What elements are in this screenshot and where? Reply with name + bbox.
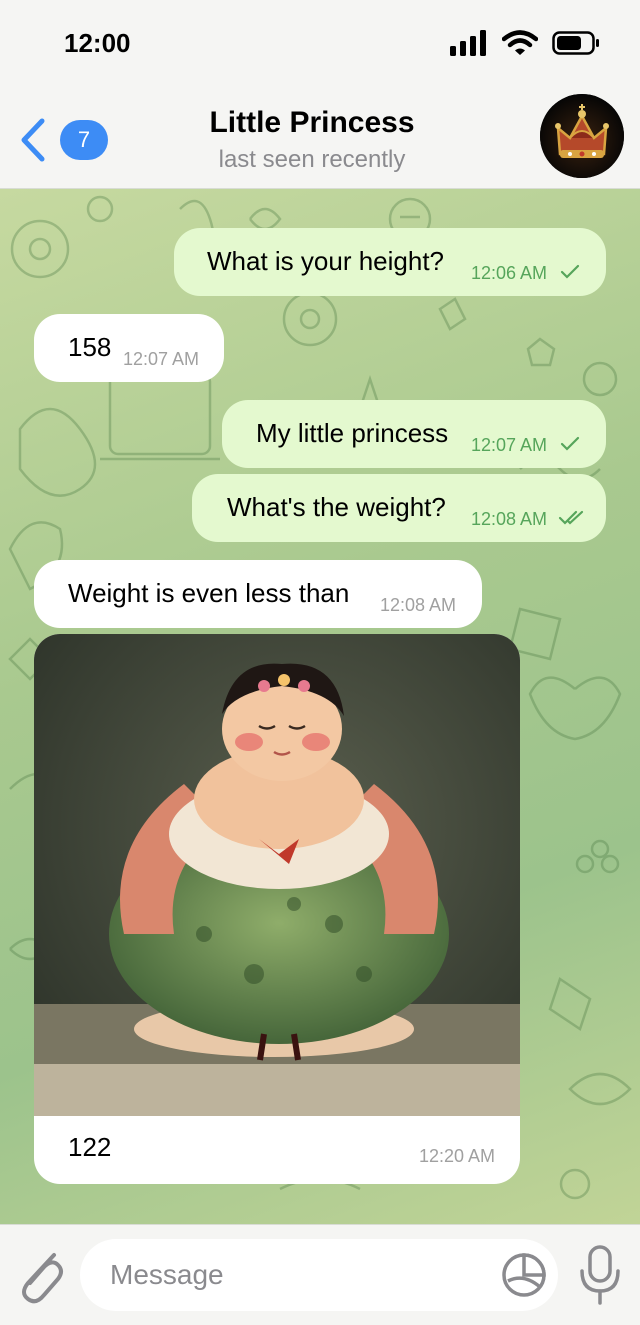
message-placeholder: Message xyxy=(110,1259,224,1290)
single-check-icon xyxy=(560,436,580,451)
message-text: My little princess xyxy=(256,418,449,448)
message-time: 12:07 AM xyxy=(471,435,548,455)
message-time: 12:08 AM xyxy=(471,509,548,529)
message-bubble-outgoing[interactable]: What is your height? 12:06 AM xyxy=(174,228,606,296)
avatar[interactable] xyxy=(540,94,624,178)
single-check-icon xyxy=(560,264,580,279)
status-time: 12:00 xyxy=(64,28,131,58)
message-time: 12:20 AM xyxy=(419,1146,496,1166)
chat-subtitle: last seen recently xyxy=(218,146,406,173)
message-text: Weight is even less than xyxy=(68,578,350,608)
message-input[interactable]: Message xyxy=(80,1239,558,1311)
message-bubble-outgoing[interactable]: What's the weight? 12:08 AM xyxy=(192,474,606,542)
crown-icon xyxy=(540,94,624,178)
wifi-icon xyxy=(502,30,538,55)
message-time: 12:06 AM xyxy=(471,263,548,283)
sticker-icon[interactable] xyxy=(500,1251,548,1299)
message-time: 12:07 AM xyxy=(123,349,200,369)
message-time: 12:08 AM xyxy=(380,595,457,615)
message-text: What is your height? xyxy=(207,246,445,276)
message-bubble-outgoing[interactable]: My little princess 12:07 AM xyxy=(222,400,606,468)
double-check-icon xyxy=(558,510,584,525)
signal-icon xyxy=(450,30,486,56)
message-input-bar: Message xyxy=(0,1224,640,1325)
photo[interactable] xyxy=(34,634,520,1116)
paperclip-icon[interactable] xyxy=(14,1245,66,1305)
photo-message[interactable]: 122 12:20 AM xyxy=(34,634,520,1184)
chat-header: 7 Little Princess last seen recently xyxy=(0,88,640,189)
microphone-icon[interactable] xyxy=(578,1243,622,1307)
chat-area[interactable]: What is your height? 12:06 AM 158 12:07 … xyxy=(0,189,640,1224)
photo-caption: 122 xyxy=(68,1132,112,1162)
status-bar: 12:00 xyxy=(0,0,640,88)
chat-title[interactable]: Little Princess xyxy=(0,106,624,140)
message-text: 158 xyxy=(68,332,112,362)
battery-icon xyxy=(552,31,599,55)
message-bubble-incoming[interactable]: Weight is even less than 12:08 AM xyxy=(34,560,482,628)
message-bubble-incoming[interactable]: 158 12:07 AM xyxy=(34,314,224,382)
message-text: What's the weight? xyxy=(227,492,446,522)
